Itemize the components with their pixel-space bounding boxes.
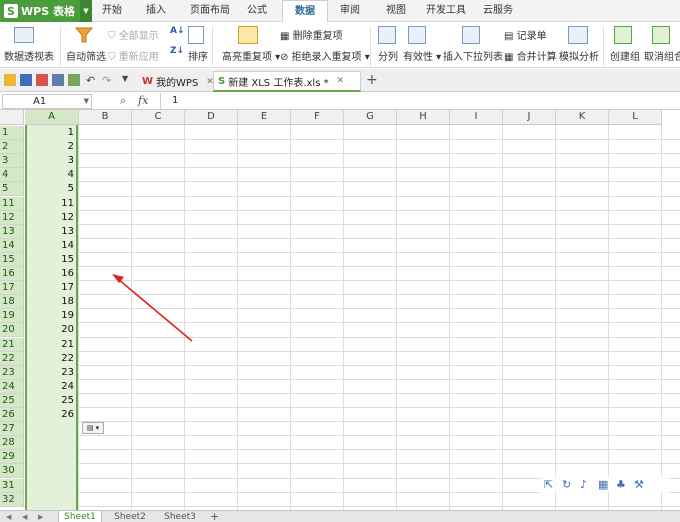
what-if-icon: [568, 26, 588, 44]
first-sheet-icon[interactable]: ◀: [6, 511, 11, 522]
sheet-tab-bar: ◀ ◀ ▶ Sheet1 Sheet2 Sheet3 +: [0, 510, 680, 522]
create-group-button[interactable]: 创建组: [610, 48, 640, 63]
divider: [160, 93, 161, 109]
divider: [370, 26, 371, 66]
consolidate-button[interactable]: ▦ 合并计算: [504, 48, 557, 63]
split-column-icon: [378, 26, 396, 44]
highlight-duplicates-button[interactable]: 高亮重复项 ▾: [222, 48, 280, 63]
wrench-icon[interactable]: ⚒: [634, 478, 644, 491]
sheet-tab-2[interactable]: Sheet2: [108, 511, 152, 522]
print-preview-icon[interactable]: [68, 74, 80, 86]
doc-tab-active[interactable]: S 新建 XLS 工作表.xls * ✕: [213, 71, 361, 92]
reject-duplicates-label: 拒绝录入重复项: [291, 52, 362, 63]
next-sheet-icon[interactable]: ▶: [38, 511, 43, 522]
pin-icon[interactable]: ⇱: [544, 478, 553, 491]
pivot-table-button[interactable]: 数据透视表: [4, 48, 54, 63]
close-icon[interactable]: ✕: [337, 76, 345, 86]
undo-icon[interactable]: ↶: [86, 74, 98, 87]
refresh-icon[interactable]: ↻: [562, 478, 571, 491]
wps-logo-icon: W: [142, 76, 154, 87]
tab-view[interactable]: 视图: [382, 0, 410, 22]
chevron-down-icon[interactable]: ▼: [80, 0, 92, 22]
grid-icon[interactable]: ▦: [598, 478, 608, 491]
chevron-down-icon[interactable]: ▼: [84, 95, 89, 108]
validity-icon: [408, 26, 426, 44]
validity-button[interactable]: 有效性 ▾: [403, 48, 441, 63]
app-title: WPS 表格: [21, 5, 75, 18]
validity-label: 有效性: [403, 52, 433, 63]
formula-input[interactable]: 1: [172, 95, 178, 106]
divider: [60, 26, 61, 66]
group-icon: [614, 26, 632, 44]
spreadsheet-icon: S: [218, 75, 226, 87]
menu-bar: S WPS 表格 ▼ 开始 插入 页面布局 公式 数据 审阅 视图 开发工具 云…: [0, 0, 680, 23]
highlight-duplicates-label: 高亮重复项: [222, 52, 272, 63]
sheet-tab-1[interactable]: Sheet1: [58, 511, 102, 522]
tab-home[interactable]: 开始: [98, 0, 126, 22]
reject-duplicates-button[interactable]: ⊘ 拒绝录入重复项 ▾: [280, 48, 370, 63]
wps-logo-icon: S: [4, 4, 18, 18]
tab-page-layout[interactable]: 页面布局: [185, 0, 235, 22]
tab-cloud[interactable]: 云服务: [480, 0, 516, 22]
auto-filter-button[interactable]: 自动筛选: [66, 48, 106, 63]
sheet-tab-3[interactable]: Sheet3: [158, 511, 202, 522]
tab-formulas[interactable]: 公式: [243, 0, 271, 22]
sort-ascending-icon[interactable]: A↓: [170, 26, 185, 36]
tab-review[interactable]: 审阅: [336, 0, 364, 22]
tab-data[interactable]: 数据: [282, 0, 328, 23]
record-form-label: 记录单: [516, 31, 547, 42]
annotation-arrow: [112, 274, 193, 342]
divider: [212, 26, 213, 66]
redo-icon[interactable]: ↷: [102, 74, 114, 87]
reapply-button[interactable]: ⛉ 重新应用: [108, 48, 159, 63]
consolidate-label: 合并计算: [516, 52, 557, 63]
highlight-duplicates-icon: [238, 26, 258, 44]
save-icon[interactable]: [20, 74, 32, 86]
funnel-icon: [75, 27, 93, 43]
remove-duplicates-label: 删除重复项: [292, 31, 343, 42]
fx-icon[interactable]: fx: [138, 94, 148, 107]
dropdown-list-icon: [462, 26, 480, 44]
doc-tab-my-wps[interactable]: W 我的WPS ✕: [138, 71, 214, 92]
show-all-label: 全部显示: [118, 31, 159, 42]
arrow-line: [117, 278, 193, 342]
print-icon[interactable]: [52, 74, 64, 86]
name-box-value: A1: [33, 96, 47, 107]
shirt-icon[interactable]: ♣: [616, 478, 626, 491]
export-pdf-icon[interactable]: [36, 74, 48, 86]
what-if-button[interactable]: 模拟分析: [559, 48, 599, 63]
tab-developer[interactable]: 开发工具: [423, 0, 469, 22]
reapply-label: 重新应用: [118, 52, 159, 63]
floating-toolbar: ⇱ ↻ ♪ ▦ ♣ ⚒: [540, 475, 670, 493]
show-all-button[interactable]: ⛉ 全部显示: [108, 27, 159, 42]
ungroup-icon: [652, 26, 670, 44]
formula-bar: A1 ▼ ⌕ fx 1: [0, 93, 680, 110]
pivot-table-icon: [14, 27, 34, 43]
ungroup-button[interactable]: 取消组合: [644, 48, 680, 63]
sort-icon: [188, 26, 204, 44]
sort-descending-icon[interactable]: Z↓: [170, 46, 184, 56]
add-sheet-plus-icon[interactable]: +: [210, 511, 219, 522]
remove-duplicates-button[interactable]: ▦ 删除重复项: [280, 27, 343, 42]
zoom-search-icon[interactable]: ⌕: [120, 94, 126, 108]
doc-tab-label: 我的WPS: [156, 78, 199, 89]
prev-sheet-icon[interactable]: ◀: [22, 511, 27, 522]
name-box[interactable]: A1 ▼: [2, 94, 92, 109]
spreadsheet-grid[interactable]: ABCDEFGHIJKL 1 2 3 4 5 11 12 13 14 15 16 17 18 19 20 21…: [0, 110, 680, 510]
insert-dropdown-button[interactable]: 插入下拉列表: [443, 48, 503, 63]
ribbon: 数据透视表 自动筛选 ⛉ 全部显示 ⛉ 重新应用 A↓ Z↓ 排序 高亮重复项 …: [0, 22, 680, 68]
quick-access-bar: ↶ ↷ ▼ W 我的WPS ✕ S 新建 XLS 工作表.xls * ✕ +: [0, 69, 680, 92]
new-tab-plus-icon[interactable]: +: [366, 72, 378, 88]
split-column-button[interactable]: 分列: [378, 48, 398, 63]
app-menu-button[interactable]: S WPS 表格 ▼: [0, 0, 92, 22]
tab-insert[interactable]: 插入: [142, 0, 170, 22]
open-folder-icon[interactable]: [4, 74, 16, 86]
sort-button[interactable]: 排序: [188, 48, 208, 63]
chevron-down-icon[interactable]: ▼: [122, 74, 134, 86]
doc-tab-label: 新建 XLS 工作表.xls *: [228, 77, 329, 89]
divider: [603, 26, 604, 66]
microphone-icon[interactable]: ♪: [580, 478, 587, 491]
record-form-button[interactable]: ▤ 记录单: [504, 27, 547, 42]
